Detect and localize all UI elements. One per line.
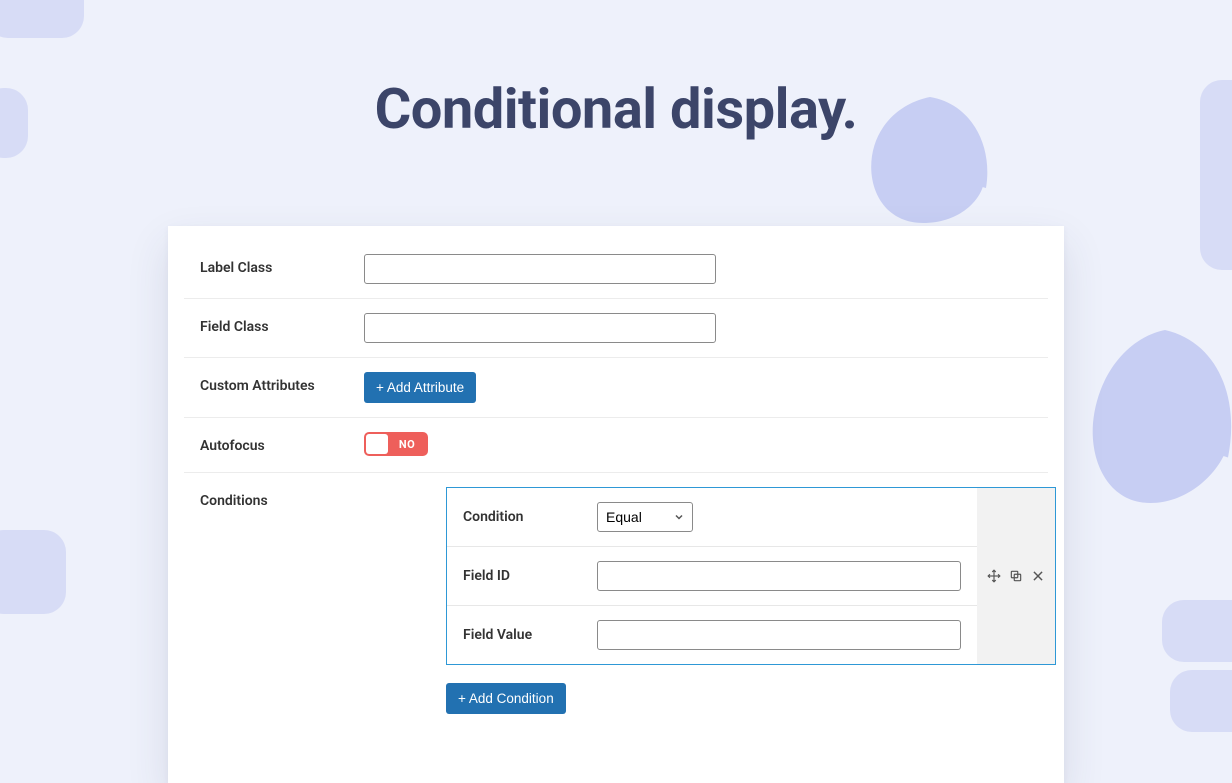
row-field-class: Field Class (184, 299, 1048, 358)
condition-actions (977, 488, 1055, 664)
row-autofocus: Autofocus NO (184, 418, 1048, 473)
close-icon[interactable] (1031, 569, 1045, 583)
label-class-input[interactable] (364, 254, 716, 284)
field-value-label: Field Value (463, 627, 597, 643)
condition-row-field-id: Field ID (447, 547, 977, 606)
field-id-label: Field ID (463, 568, 597, 584)
row-label-class: Label Class (184, 240, 1048, 299)
autofocus-label: Autofocus (200, 432, 364, 454)
conditions-label: Conditions (200, 487, 364, 509)
field-id-input[interactable] (597, 561, 961, 591)
settings-panel: Label Class Field Class Custom Attribute… (168, 226, 1064, 783)
bg-shape (1170, 670, 1232, 732)
bg-shape (0, 0, 84, 38)
page-title: Conditional display. (0, 76, 1232, 142)
bg-shape (0, 530, 66, 614)
field-class-input[interactable] (364, 313, 716, 343)
field-class-label: Field Class (200, 313, 364, 335)
row-conditions: Conditions Condition Equal (184, 473, 1048, 728)
condition-type-label: Condition (463, 509, 597, 525)
bg-shape (1162, 600, 1232, 662)
condition-item: Condition Equal (446, 487, 1056, 665)
row-custom-attributes: Custom Attributes + Add Attribute (184, 358, 1048, 418)
add-attribute-button[interactable]: + Add Attribute (364, 372, 476, 403)
toggle-text: NO (388, 438, 426, 451)
add-condition-button[interactable]: + Add Condition (446, 683, 566, 714)
condition-row-condition: Condition Equal (447, 488, 977, 547)
label-class-label: Label Class (200, 254, 364, 276)
autofocus-toggle[interactable]: NO (364, 432, 428, 456)
custom-attributes-label: Custom Attributes (200, 372, 364, 394)
copy-icon[interactable] (1009, 569, 1023, 583)
condition-type-select[interactable]: Equal (597, 502, 693, 532)
field-value-input[interactable] (597, 620, 961, 650)
toggle-knob (366, 434, 388, 454)
bg-leaf (1090, 330, 1232, 510)
move-icon[interactable] (987, 569, 1001, 583)
condition-row-field-value: Field Value (447, 606, 977, 664)
